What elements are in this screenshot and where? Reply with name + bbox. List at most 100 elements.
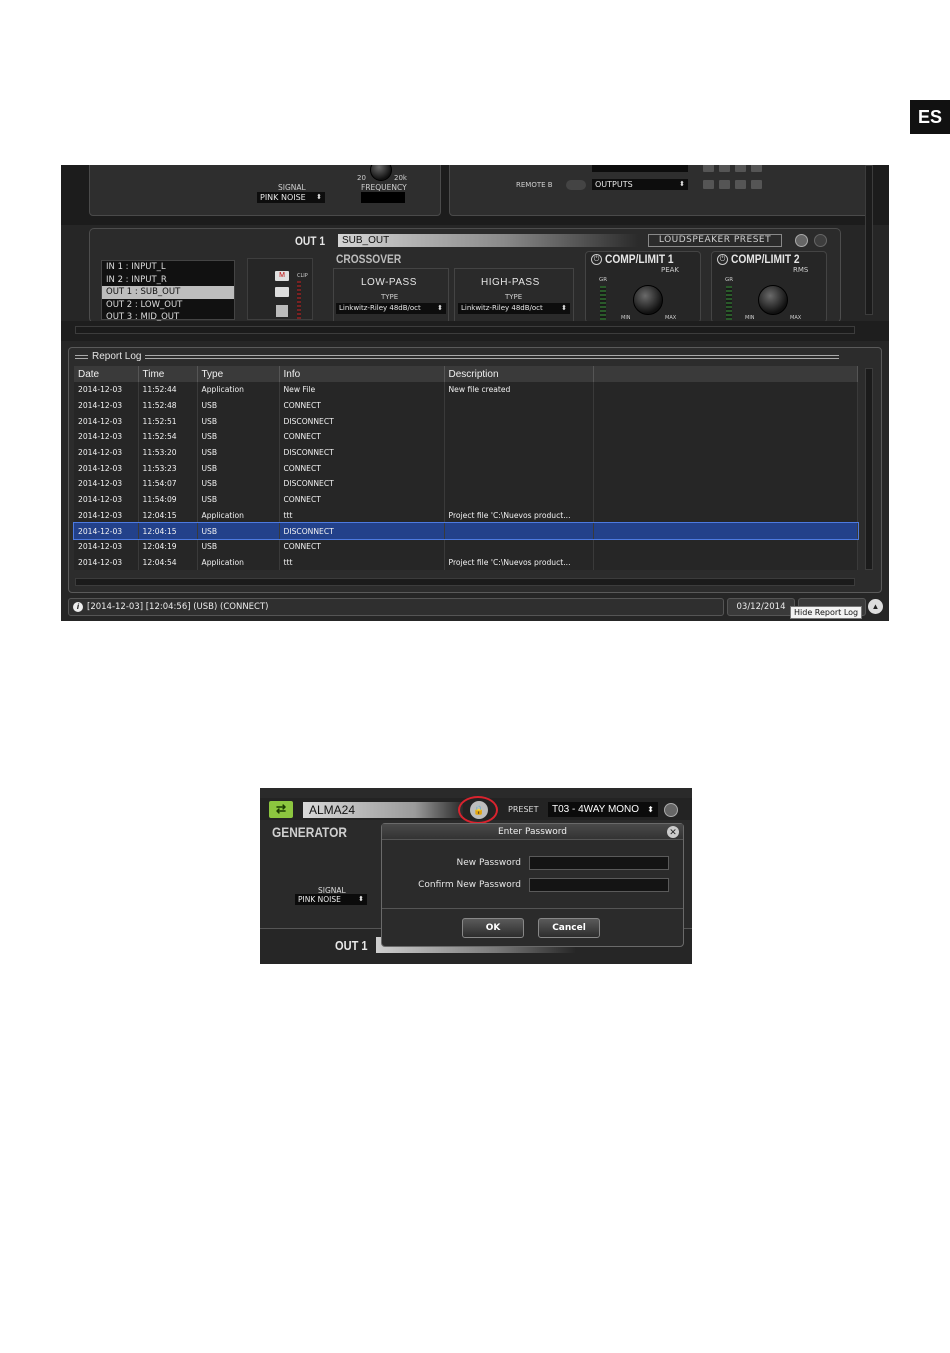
remote-b-toggle[interactable] bbox=[566, 180, 586, 190]
cell-type: Application bbox=[197, 382, 280, 398]
table-row[interactable]: 2014-12-03 11:52:48 USB CONNECT bbox=[74, 397, 858, 414]
table-row[interactable]: 2014-12-03 11:52:51 USB DISCONNECT bbox=[74, 413, 858, 430]
out-label: OUT 1 bbox=[335, 938, 368, 953]
close-icon[interactable]: ✕ bbox=[667, 826, 679, 838]
save-preset-icon[interactable] bbox=[795, 234, 808, 247]
cell-time: 11:54:07 bbox=[138, 476, 198, 492]
cell-date: 2014-12-03 bbox=[74, 429, 139, 445]
generator-title: GENERATOR bbox=[272, 824, 347, 840]
low-pass-type-select[interactable]: Linkwitz-Riley 48dB/oct ⬍ bbox=[336, 303, 446, 314]
channel-item[interactable]: OUT 2 : LOW_OUT bbox=[102, 299, 234, 312]
table-row[interactable]: 2014-12-03 12:04:15 Application ttt Project … bbox=[74, 507, 858, 524]
remote-led[interactable] bbox=[719, 180, 730, 189]
device-name: ALMA24 bbox=[309, 803, 356, 817]
cell-empty bbox=[593, 429, 858, 445]
channel-item[interactable]: IN 2 : INPUT_R bbox=[102, 274, 234, 287]
signal-select[interactable]: PINK NOISE ⬍ bbox=[295, 894, 367, 905]
cell-time: 11:52:54 bbox=[138, 429, 198, 445]
cell-type: USB bbox=[197, 429, 280, 445]
remote-led[interactable] bbox=[735, 165, 746, 172]
remote-led[interactable] bbox=[703, 180, 714, 189]
cell-date: 2014-12-03 bbox=[74, 538, 139, 555]
table-row[interactable]: 2014-12-03 12:04:19 USB CONNECT bbox=[74, 538, 858, 555]
threshold-knob[interactable] bbox=[758, 285, 788, 315]
remote-led[interactable] bbox=[751, 180, 762, 189]
device-name-field[interactable]: ALMA24 bbox=[303, 802, 463, 818]
preset-select[interactable]: T03 - 4WAY MONO ⬍ bbox=[548, 802, 658, 817]
remote-led[interactable] bbox=[703, 165, 714, 172]
crossover-title: CROSSOVER bbox=[336, 252, 402, 266]
power-icon[interactable]: ⏻ bbox=[591, 254, 602, 265]
remote-led[interactable] bbox=[719, 165, 730, 172]
save-icon[interactable] bbox=[664, 803, 678, 817]
table-row[interactable]: 2014-12-03 12:04:54 Application ttt Project … bbox=[74, 554, 858, 571]
new-password-field[interactable] bbox=[529, 856, 669, 870]
remote-led[interactable] bbox=[751, 165, 762, 172]
cell-date: 2014-12-03 bbox=[74, 382, 139, 398]
clip-label: CLIP bbox=[297, 273, 308, 279]
cell-info: ttt bbox=[279, 507, 445, 524]
drag-grip-icon[interactable] bbox=[75, 354, 88, 359]
cell-description bbox=[444, 429, 594, 445]
table-row[interactable]: 2014-12-03 11:54:07 USB DISCONNECT bbox=[74, 476, 858, 492]
table-row[interactable]: 2014-12-03 11:52:54 USB CONNECT bbox=[74, 429, 858, 445]
signal-value: PINK NOISE bbox=[298, 895, 341, 904]
table-row[interactable]: 2014-12-03 11:53:20 USB DISCONNECT bbox=[74, 444, 858, 461]
cell-info: CONNECT bbox=[279, 460, 445, 477]
cell-empty bbox=[593, 413, 858, 430]
gr-meter bbox=[600, 286, 606, 320]
log-vertical-scrollbar[interactable] bbox=[865, 368, 873, 570]
table-row[interactable]: 2014-12-03 11:52:44 Application New File New… bbox=[74, 382, 858, 398]
remote-led[interactable] bbox=[735, 180, 746, 189]
cancel-button[interactable]: Cancel bbox=[538, 918, 600, 938]
signal-select[interactable]: PINK NOISE ⬍ bbox=[257, 192, 325, 203]
cell-description bbox=[444, 460, 594, 477]
main-horizontal-scrollbar[interactable] bbox=[75, 326, 855, 334]
cell-description bbox=[444, 491, 594, 508]
cell-date: 2014-12-03 bbox=[74, 554, 139, 571]
confirm-password-field[interactable] bbox=[529, 878, 669, 892]
log-horizontal-scrollbar[interactable] bbox=[75, 578, 855, 586]
frequency-label: FREQUENCY bbox=[361, 183, 407, 192]
mute-button[interactable]: M bbox=[275, 271, 289, 281]
cell-date: 2014-12-03 bbox=[74, 491, 139, 508]
load-preset-icon[interactable] bbox=[814, 234, 827, 247]
cell-description bbox=[444, 397, 594, 414]
column-header-time[interactable]: Time bbox=[138, 366, 198, 382]
remote-b-select[interactable]: OUTPUTS ⬍ bbox=[592, 179, 688, 190]
phase-button[interactable] bbox=[275, 287, 289, 297]
column-header-type[interactable]: Type bbox=[197, 366, 280, 382]
gain-fader[interactable] bbox=[276, 305, 288, 317]
cell-date: 2014-12-03 bbox=[74, 444, 139, 461]
cell-date: 2014-12-03 bbox=[74, 523, 139, 539]
channel-list[interactable]: IN 1 : INPUT_L IN 2 : INPUT_R OUT 1 : SU… bbox=[101, 260, 235, 322]
dialog-title: Enter Password bbox=[382, 824, 683, 840]
out-name-field[interactable]: SUB_OUT bbox=[338, 234, 638, 247]
remote-b-label: REMOTE B bbox=[516, 181, 553, 189]
threshold-knob[interactable] bbox=[633, 285, 663, 315]
remote-a-select[interactable] bbox=[592, 165, 688, 172]
language-tab: ES bbox=[910, 100, 950, 134]
channel-item[interactable]: IN 1 : INPUT_L bbox=[102, 261, 234, 274]
high-pass-type-select[interactable]: Linkwitz-Riley 48dB/oct ⬍ bbox=[458, 303, 570, 314]
freq-min: 20 bbox=[357, 174, 366, 182]
connect-icon[interactable]: ⇄ bbox=[269, 801, 293, 818]
column-header-description[interactable]: Description bbox=[444, 366, 594, 382]
cell-info: ttt bbox=[279, 554, 445, 571]
report-log-title: Report Log bbox=[92, 351, 142, 362]
table-row-selected[interactable]: 2014-12-03 12:04:15 USB DISCONNECT bbox=[73, 522, 859, 540]
main-vertical-scrollbar[interactable] bbox=[865, 165, 873, 315]
table-row[interactable]: 2014-12-03 11:53:23 USB CONNECT bbox=[74, 460, 858, 477]
table-row[interactable]: 2014-12-03 11:54:09 USB CONNECT bbox=[74, 491, 858, 508]
power-icon[interactable]: ⏻ bbox=[717, 254, 728, 265]
loudspeaker-preset-button[interactable]: LOUDSPEAKER PRESET bbox=[648, 234, 782, 247]
hide-report-log-button[interactable]: ▲ bbox=[868, 599, 883, 614]
column-header-date[interactable]: Date bbox=[74, 366, 139, 382]
ok-button[interactable]: OK bbox=[462, 918, 524, 938]
dialog-title-text: Enter Password bbox=[497, 827, 568, 837]
column-header-info[interactable]: Info bbox=[279, 366, 445, 382]
cell-info: New File bbox=[279, 382, 445, 398]
low-pass-label: LOW-PASS bbox=[361, 277, 417, 288]
channel-item-selected[interactable]: OUT 1 : SUB_OUT bbox=[102, 286, 234, 299]
cell-time: 11:52:44 bbox=[138, 382, 198, 398]
